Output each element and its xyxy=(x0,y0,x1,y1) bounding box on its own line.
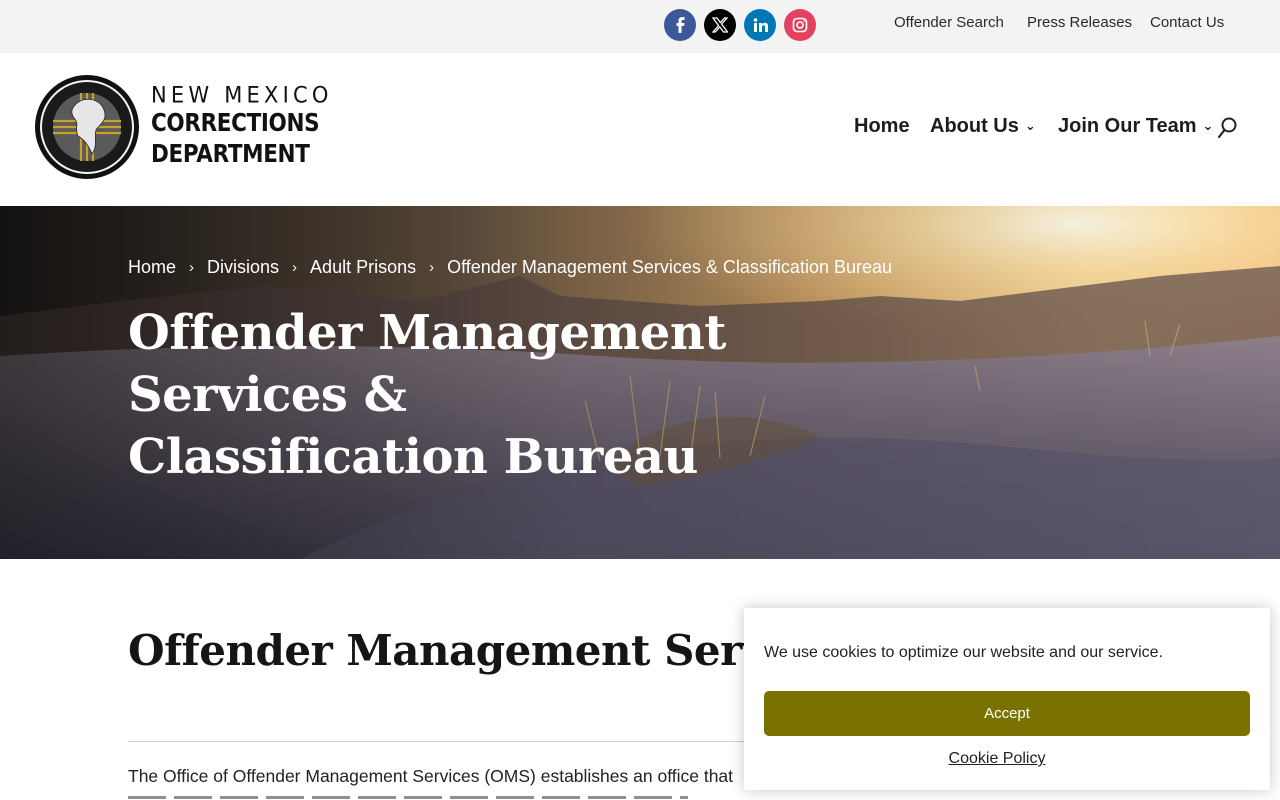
top-utility-bar: Offender Search Press Releases Contact U… xyxy=(0,0,1280,53)
nav-about-us-label: About Us xyxy=(930,115,1019,137)
page-title: Offender Management Services & Classific… xyxy=(128,302,948,488)
breadcrumb-current: Offender Management Services & Classific… xyxy=(447,257,893,277)
breadcrumb-divisions[interactable]: Divisions xyxy=(207,257,279,278)
breadcrumb: Home › Divisions › Adult Prisons › Offen… xyxy=(128,257,892,278)
chevron-down-icon: ⌄ xyxy=(1024,118,1036,133)
instagram-link[interactable] xyxy=(784,9,816,41)
instagram-icon xyxy=(792,17,808,33)
nav-home[interactable]: Home xyxy=(854,113,910,139)
facebook-link[interactable] xyxy=(664,9,696,41)
facebook-icon xyxy=(676,17,685,33)
contact-us-link[interactable]: Contact Us xyxy=(1150,13,1224,33)
nav-about-us[interactable]: About Us ⌄ xyxy=(930,113,1036,141)
chevron-right-icon: › xyxy=(429,259,435,276)
department-wordmark[interactable]: NEW MEXICO CORRECTIONS DEPARTMENT xyxy=(151,82,347,169)
x-icon xyxy=(712,17,728,33)
linkedin-icon xyxy=(753,17,768,32)
page-title-line-2: Classification Bureau xyxy=(128,429,698,485)
accept-cookies-button[interactable]: Accept xyxy=(764,691,1250,736)
logo-line-department: DEPARTMENT xyxy=(151,139,310,168)
cookie-message: We use cookies to optimize our website a… xyxy=(764,644,1164,661)
logo-line-new-mexico: NEW MEXICO xyxy=(151,82,333,108)
logo-line-corrections: CORRECTIONS xyxy=(151,108,320,137)
nav-join-our-team[interactable]: Join Our Team ⌄ xyxy=(1058,113,1213,141)
press-releases-link[interactable]: Press Releases xyxy=(1027,13,1132,33)
chevron-right-icon: › xyxy=(292,259,298,276)
cookie-consent-popup: We use cookies to optimize our website a… xyxy=(744,608,1270,790)
breadcrumb-adult-prisons[interactable]: Adult Prisons xyxy=(310,257,416,278)
x-link[interactable] xyxy=(704,9,736,41)
nav-home-label: Home xyxy=(854,115,910,137)
breadcrumb-home[interactable]: Home xyxy=(128,257,176,278)
linkedin-link[interactable] xyxy=(744,9,776,41)
site-header: NEW MEXICO CORRECTIONS DEPARTMENT Home A… xyxy=(0,53,1280,206)
offender-search-link[interactable]: Offender Search xyxy=(894,13,1004,33)
chevron-right-icon: › xyxy=(189,259,195,276)
nav-join-our-team-label: Join Our Team xyxy=(1058,115,1197,137)
body-paragraph-cutoff xyxy=(128,790,748,800)
cookie-policy-link[interactable]: Cookie Policy xyxy=(744,749,1250,769)
department-seal-logo[interactable] xyxy=(34,74,140,180)
hero-banner: Home › Divisions › Adult Prisons › Offen… xyxy=(0,206,1280,559)
page-title-line-1: Offender Management Services & xyxy=(128,305,726,423)
chevron-down-icon: ⌄ xyxy=(1202,118,1214,133)
search-icon[interactable] xyxy=(1217,116,1239,140)
